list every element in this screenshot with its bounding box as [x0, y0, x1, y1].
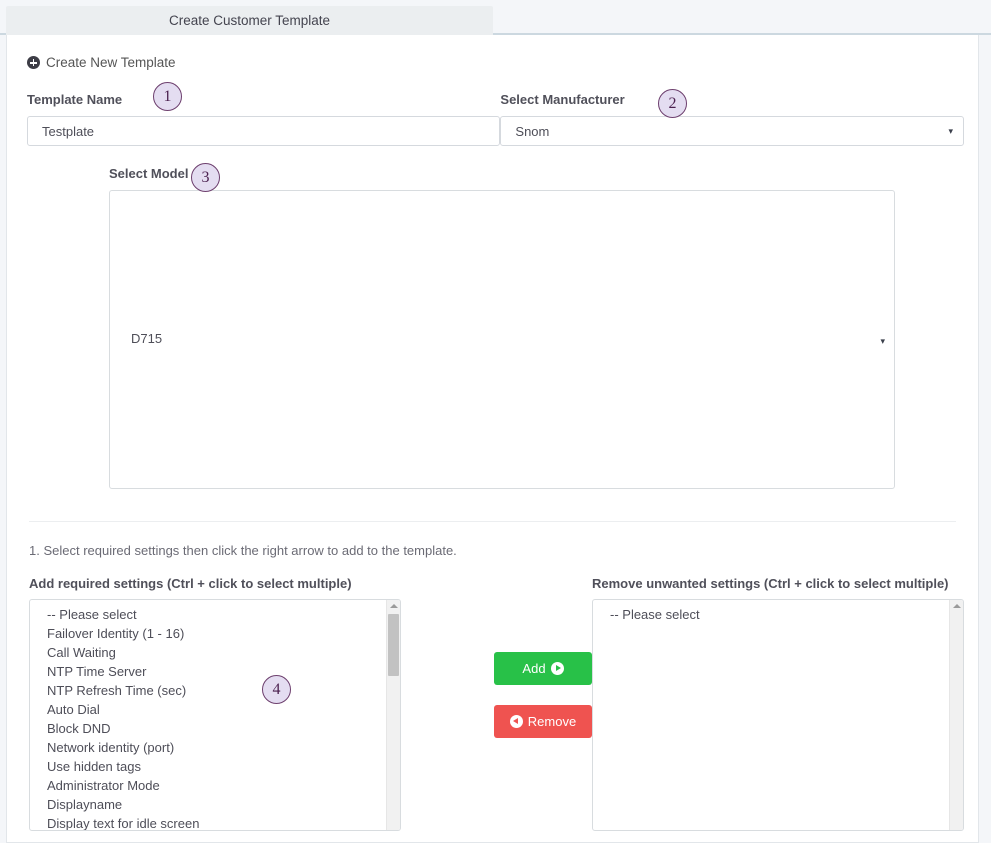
template-name-label: Template Name [27, 92, 123, 107]
add-settings-label: Add required settings (Ctrl + click to s… [29, 576, 352, 591]
list-item[interactable]: Displayname [30, 795, 400, 814]
scrollbar-thumb[interactable] [388, 614, 399, 676]
tab-label: Create Customer Template [168, 13, 331, 28]
add-settings-scrollbar[interactable] [386, 600, 400, 830]
add-settings-listbox[interactable]: -- Please select Failover Identity (1 - … [29, 599, 401, 831]
list-item[interactable]: Auto Dial [30, 700, 400, 719]
transfer-buttons: Add Remove [494, 576, 592, 738]
list-item[interactable]: Use hidden tags [30, 757, 400, 776]
list-item[interactable]: NTP Refresh Time (sec) [30, 681, 400, 700]
instruction-text: 1. Select required settings then click t… [29, 543, 457, 558]
manufacturer-group: Select Manufacturer Snom ▾ [500, 92, 964, 146]
remove-settings-options: -- Please select [593, 605, 963, 624]
list-item[interactable]: -- Please select [593, 605, 963, 624]
main-panel: Create New Template Template Name Select… [6, 35, 979, 843]
template-name-group: Template Name [21, 92, 501, 146]
annotation-bubble-2: 2 [658, 89, 687, 118]
list-item[interactable]: Block DND [30, 719, 400, 738]
list-item[interactable]: Display text for idle screen [30, 814, 400, 830]
panel-inner: Create New Template Template Name Select… [7, 35, 978, 831]
manufacturer-label: Select Manufacturer [500, 92, 625, 107]
model-chevron-down-icon: ▾ [880, 336, 885, 346]
add-button[interactable]: Add [494, 652, 592, 685]
tab-create-customer-template[interactable]: Create Customer Template [6, 6, 493, 35]
add-settings-options: -- Please select Failover Identity (1 - … [30, 605, 400, 830]
model-label: Select Model [109, 166, 189, 181]
remove-settings-group: Remove unwanted settings (Ctrl + click t… [592, 576, 964, 831]
list-item[interactable]: Failover Identity (1 - 16) [30, 624, 400, 643]
model-selected-value: D715 [131, 331, 163, 346]
scroll-up-arrow-icon[interactable] [953, 604, 961, 608]
template-name-field[interactable] [27, 116, 501, 146]
model-group: Select Model D715 ▾ [21, 166, 964, 489]
tab-strip: Create Customer Template [0, 0, 991, 35]
annotation-bubble-1: 1 [153, 82, 182, 111]
remove-settings-label: Remove unwanted settings (Ctrl + click t… [592, 576, 949, 591]
manufacturer-selected-value: Snom [515, 123, 550, 139]
section-divider [29, 521, 956, 522]
list-item[interactable]: Call Waiting [30, 643, 400, 662]
model-select[interactable]: D715 ▾ [109, 190, 895, 489]
app-root: Create Customer Template Create New Temp… [0, 0, 991, 843]
chevron-down-icon: ▾ [948, 125, 953, 136]
arrow-right-circle-icon [550, 662, 564, 675]
list-item[interactable]: NTP Time Server [30, 662, 400, 681]
dual-list-section: Add required settings (Ctrl + click to s… [21, 576, 964, 831]
remove-button-label: Remove [527, 714, 577, 729]
list-item[interactable]: Network identity (port) [30, 738, 400, 757]
add-button-label: Add [522, 661, 546, 676]
create-new-template-label: Create New Template [46, 55, 176, 70]
remove-button[interactable]: Remove [494, 705, 592, 738]
add-settings-group: Add required settings (Ctrl + click to s… [21, 576, 494, 831]
annotation-bubble-3: 3 [191, 163, 220, 192]
remove-settings-scrollbar[interactable] [949, 600, 963, 830]
create-new-template-heading: Create New Template [27, 55, 964, 70]
list-item[interactable]: -- Please select [30, 605, 400, 624]
remove-settings-listbox[interactable]: -- Please select [592, 599, 964, 831]
arrow-left-circle-icon [509, 715, 523, 728]
annotation-bubble-4: 4 [262, 675, 291, 704]
plus-circle-icon [27, 56, 40, 69]
manufacturer-select[interactable]: Snom ▾ [500, 116, 964, 146]
list-item[interactable]: Administrator Mode [30, 776, 400, 795]
scroll-up-arrow-icon[interactable] [390, 604, 398, 608]
